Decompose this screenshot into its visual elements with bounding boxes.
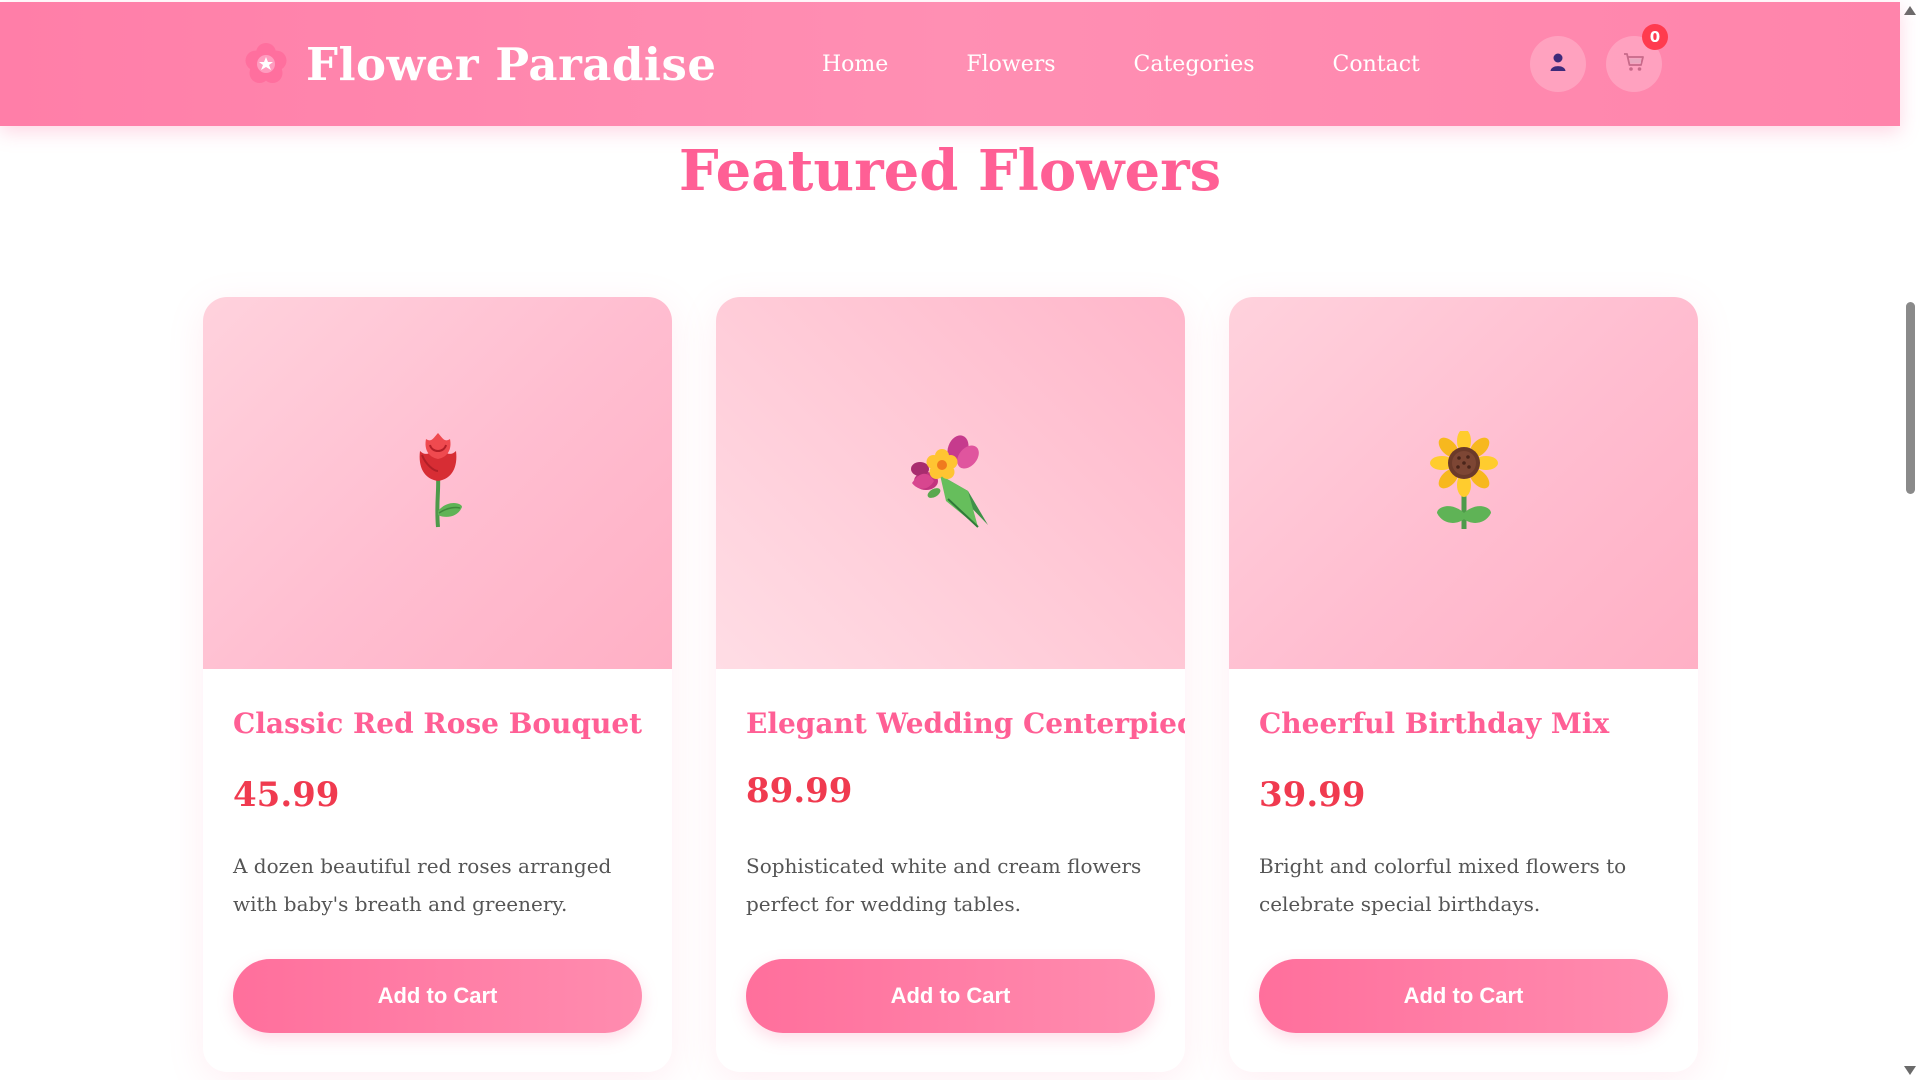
user-icon <box>1549 52 1567 76</box>
nav-flowers[interactable]: Flowers <box>966 52 1055 77</box>
rose-icon <box>408 431 468 535</box>
product-price: 45.99 <box>233 775 340 815</box>
cart-icon <box>1623 52 1645 76</box>
section-title: Featured Flowers <box>678 138 1222 204</box>
cart-count-badge: 0 <box>1642 24 1668 50</box>
nav-categories[interactable]: Categories <box>1134 52 1255 77</box>
add-to-cart-button[interactable]: Add to Cart <box>1259 959 1668 1033</box>
scroll-thumb[interactable] <box>1906 302 1915 494</box>
bouquet-icon <box>906 431 996 535</box>
product-card: Classic Red Rose Bouquet 45.99 A dozen b… <box>203 297 672 1072</box>
cherry-blossom-icon <box>244 42 288 86</box>
add-to-cart-button[interactable]: Add to Cart <box>746 959 1155 1033</box>
product-image <box>1229 297 1698 669</box>
add-to-cart-button[interactable]: Add to Cart <box>233 959 642 1033</box>
product-description: Sophisticated white and cream flowers pe… <box>746 854 1142 916</box>
product-name[interactable]: Elegant Wedding Centerpiece <box>746 707 1185 740</box>
brand[interactable]: Flower Paradise <box>244 2 716 126</box>
page-scrollbar[interactable] <box>1900 0 1920 1080</box>
nav-home[interactable]: Home <box>822 52 888 77</box>
product-image <box>203 297 672 669</box>
brand-name: Flower Paradise <box>306 37 717 91</box>
product-name[interactable]: Cheerful Birthday Mix <box>1259 707 1609 740</box>
sunflower-icon <box>1429 429 1499 535</box>
product-card: Elegant Wedding Centerpiece 89.99 Sophis… <box>716 297 1185 1072</box>
main-nav: Home Flowers Categories Contact <box>822 2 1498 126</box>
product-price: 39.99 <box>1259 775 1366 815</box>
product-price: 89.99 <box>746 771 853 811</box>
scroll-down-arrow-icon[interactable] <box>1904 1066 1916 1075</box>
site-header: Flower Paradise Home Flowers Categories … <box>0 2 1900 126</box>
product-name[interactable]: Classic Red Rose Bouquet <box>233 707 642 740</box>
product-image <box>716 297 1185 669</box>
nav-contact[interactable]: Contact <box>1333 52 1420 77</box>
product-description: A dozen beautiful red roses arranged wit… <box>233 854 612 916</box>
product-description: Bright and colorful mixed flowers to cel… <box>1259 854 1627 916</box>
user-button[interactable] <box>1530 36 1586 92</box>
product-card: Cheerful Birthday Mix 39.99 Bright and c… <box>1229 297 1698 1072</box>
scroll-up-arrow-icon[interactable] <box>1904 6 1916 15</box>
